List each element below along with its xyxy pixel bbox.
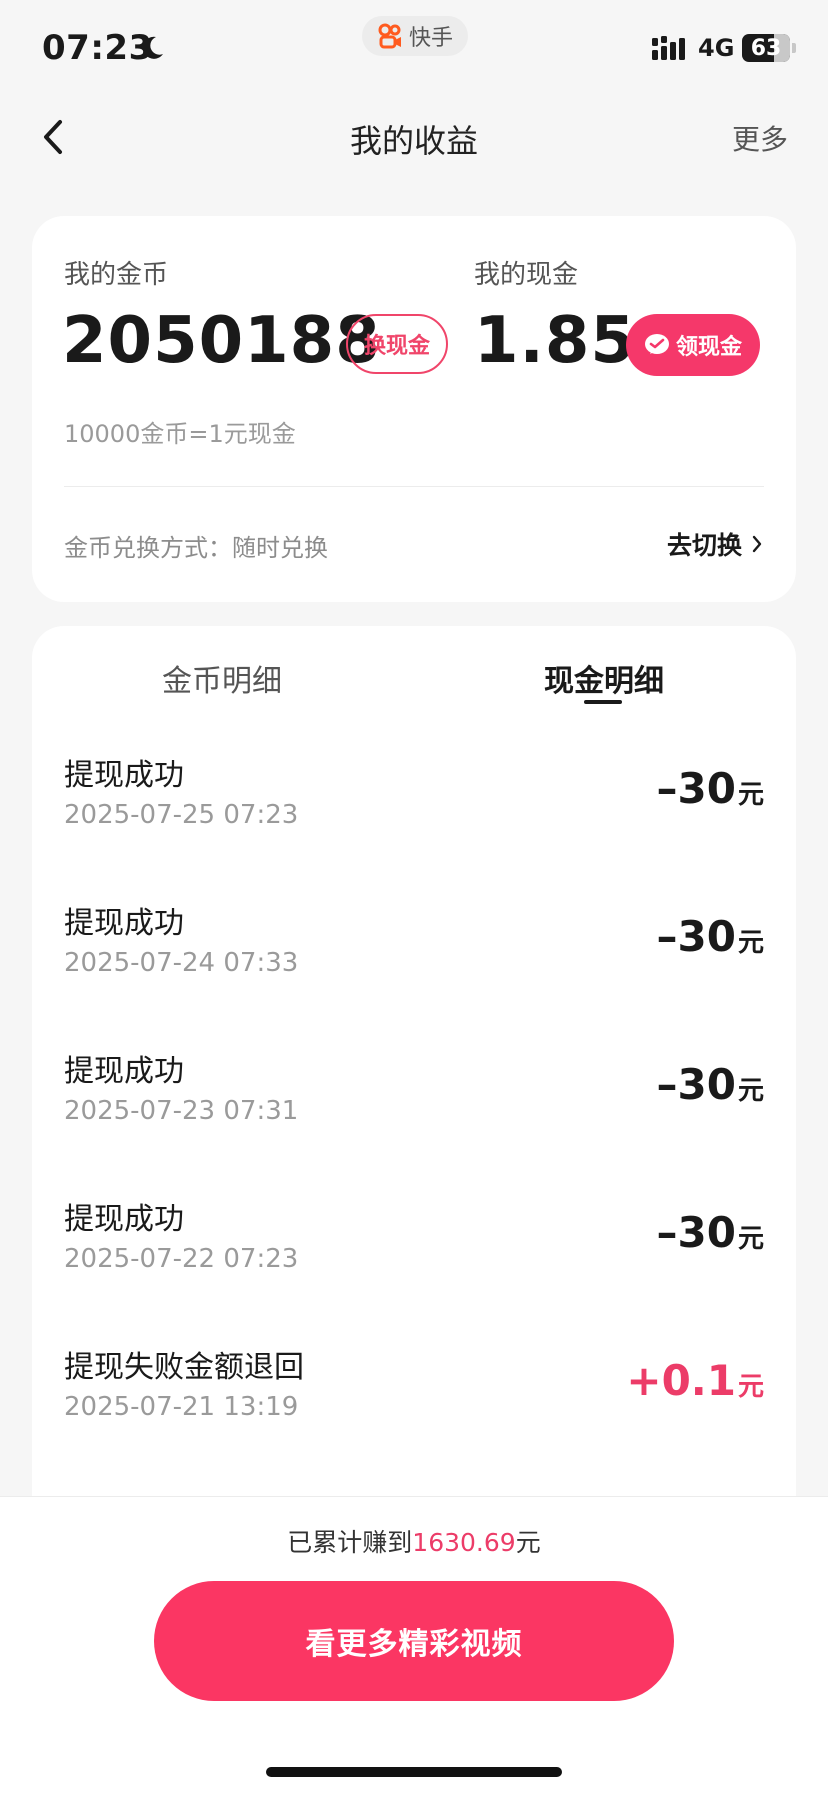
switch-method-label: 去切换	[666, 531, 742, 560]
switch-method-link[interactable]: 去切换	[667, 526, 764, 562]
tab-cash-details[interactable]: 现金明细	[544, 656, 664, 700]
transaction-title: 提现成功	[64, 1202, 184, 1237]
transaction-title: 提现成功	[64, 758, 184, 793]
wechat-pay-icon	[644, 334, 669, 354]
total-value: 1630.69	[412, 1528, 516, 1557]
network-type: 4G	[698, 34, 735, 62]
amount-value: –30	[656, 764, 736, 813]
bottom-bar: 已累计赚到1630.69元 看更多精彩视频	[0, 1496, 828, 1793]
amount-unit: 元	[737, 1372, 764, 1402]
total-earned: 已累计赚到1630.69元	[0, 1523, 828, 1559]
transaction-title: 提现失败金额退回	[64, 1350, 304, 1385]
battery-icon: 63	[742, 34, 790, 62]
transaction-date: 2025-07-23 07:31	[64, 1096, 299, 1126]
exchange-rate: 10000金币=1元现金	[64, 420, 296, 448]
withdraw-cash-button[interactable]: 领现金	[626, 314, 760, 376]
transaction-title: 提现成功	[64, 1054, 184, 1089]
amount-unit: 元	[737, 780, 764, 810]
transaction-row[interactable]: 提现成功 2025-07-23 07:31 –30 元	[64, 1046, 764, 1176]
transaction-row[interactable]: 提现成功 2025-07-24 07:33 –30 元	[64, 898, 764, 1028]
amount-unit: 元	[737, 1076, 764, 1106]
battery-tip	[792, 43, 796, 53]
transaction-date: 2025-07-24 07:33	[64, 948, 299, 978]
transaction-row[interactable]: 提现成功 2025-07-22 07:23 –30 元	[64, 1194, 764, 1324]
status-time: 07:23	[42, 28, 153, 68]
active-tab-indicator	[584, 700, 622, 704]
transaction-row[interactable]: 提现成功 2025-07-25 07:23 –30 元	[64, 750, 764, 880]
total-prefix: 已累计赚到	[287, 1528, 413, 1557]
exchange-cash-button[interactable]: 换现金	[346, 314, 448, 374]
kuaishou-logo-icon	[378, 23, 401, 49]
cash-label: 我的现金	[474, 260, 579, 290]
watch-more-videos-button[interactable]: 看更多精彩视频	[154, 1581, 674, 1701]
transaction-date: 2025-07-25 07:23	[64, 800, 299, 830]
battery-level: 63	[750, 35, 782, 61]
amount-value: –30	[656, 912, 736, 961]
transaction-amount: –30 元	[657, 764, 764, 813]
status-bar: 07:23 快手 4G 63	[0, 0, 828, 100]
coins-label: 我的金币	[64, 260, 169, 290]
transaction-amount: –30 元	[657, 1208, 764, 1257]
transaction-amount: –30 元	[657, 1060, 764, 1109]
transaction-date: 2025-07-21 13:19	[64, 1392, 299, 1422]
exchange-method: 金币兑换方式：随时兑换	[64, 534, 328, 562]
amount-unit: 元	[737, 928, 764, 958]
moon-icon	[142, 36, 163, 59]
divider	[64, 486, 764, 487]
transaction-title: 提现成功	[64, 906, 184, 941]
transaction-row[interactable]: 提现失败金额退回 2025-07-21 13:19 +0.1 元	[64, 1342, 764, 1472]
coins-value: 2050188	[62, 304, 381, 378]
details-card: 金币明细 现金明细 提现成功 2025-07-25 07:23 –30 元 提现…	[32, 626, 796, 1526]
signal-icon	[652, 36, 685, 60]
total-suffix: 元	[515, 1528, 541, 1557]
amount-value: –30	[656, 1208, 736, 1257]
chevron-right-icon	[752, 535, 762, 553]
tab-coin-details[interactable]: 金币明细	[162, 656, 282, 700]
app-name: 快手	[408, 26, 453, 51]
transaction-amount: –30 元	[657, 912, 764, 961]
transaction-date: 2025-07-22 07:23	[64, 1244, 299, 1274]
amount-unit: 元	[737, 1224, 764, 1254]
page-title: 我的收益	[349, 122, 478, 160]
amount-value: –30	[656, 1060, 736, 1109]
withdraw-cash-label: 领现金	[675, 335, 742, 360]
transaction-amount: +0.1 元	[626, 1356, 764, 1405]
earnings-card: 我的金币 2050188 换现金 我的现金 1.85 领现金 10000金币=1…	[32, 216, 796, 602]
home-indicator[interactable]	[266, 1767, 562, 1777]
amount-value: +0.1	[626, 1356, 736, 1405]
more-button[interactable]: 更多	[732, 118, 788, 158]
cash-value: 1.85	[474, 304, 636, 378]
app-indicator-pill[interactable]: 快手	[362, 16, 468, 56]
